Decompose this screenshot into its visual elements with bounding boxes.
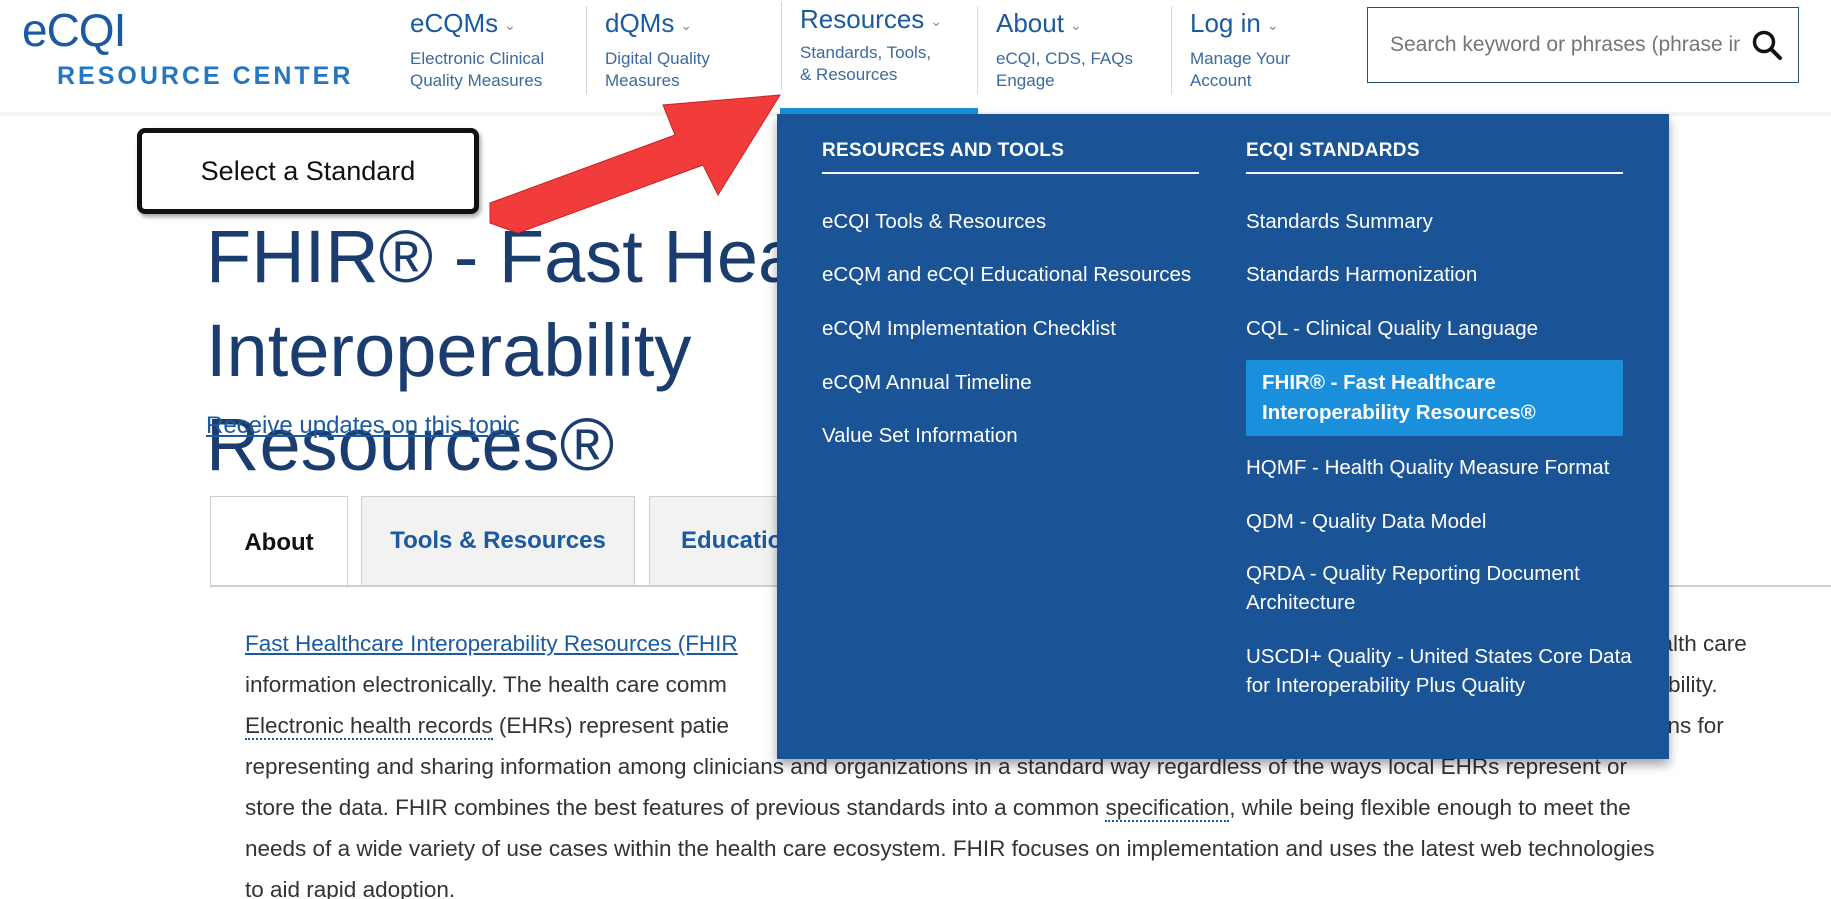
chevron-down-icon: ⌄	[680, 17, 693, 34]
menu-item-value-set-information[interactable]: Value Set Information	[822, 424, 1199, 448]
search-box	[1367, 7, 1799, 83]
menu-item-fhir-selected[interactable]: FHIR® - Fast Healthcare Interoperability…	[1246, 360, 1623, 436]
annotation-callout: Select a Standard	[137, 128, 479, 214]
page-root: eCQI RESOURCE CENTER eCQMs ⌄ Electronic C…	[0, 0, 1831, 899]
logo-subtitle: RESOURCE CENTER	[57, 62, 354, 90]
site-header: eCQI RESOURCE CENTER eCQMs ⌄ Electronic C…	[0, 0, 1831, 112]
nav-login-label: Log in	[1190, 8, 1261, 38]
annotation-arrow-icon	[489, 94, 781, 234]
dropdown-heading-ecqi-standards: ECQI STANDARDS	[1246, 140, 1623, 174]
menu-item-hqmf[interactable]: HQMF - Health Quality Measure Format	[1246, 456, 1636, 480]
dropdown-column-ecqi-standards: ECQI STANDARDS Standards Summary Standar…	[1246, 140, 1636, 700]
logo-wordmark: eCQI	[22, 4, 126, 56]
body-line2: information electronically. The health c…	[245, 672, 727, 697]
body-line5b: , while being flexible enough to meet th…	[1229, 795, 1631, 820]
menu-item-qdm[interactable]: QDM - Quality Data Model	[1246, 510, 1636, 534]
site-logo[interactable]: eCQI RESOURCE CENTER	[22, 4, 353, 91]
specification-glossary-link[interactable]: specification	[1105, 795, 1230, 822]
nav-login-sub2: Account	[1190, 71, 1252, 91]
search-icon[interactable]	[1750, 28, 1784, 62]
menu-item-standards-harmonization[interactable]: Standards Harmonization	[1246, 263, 1636, 287]
menu-item-ecqi-tools[interactable]: eCQI Tools & Resources	[822, 210, 1199, 234]
receive-updates-link[interactable]: Receive updates on this topic	[206, 412, 520, 440]
nav-login[interactable]: Log in ⌄ Manage Your Account	[1171, 6, 1290, 94]
menu-item-qrda[interactable]: QRDA - Quality Reporting Document Archit…	[1246, 559, 1636, 617]
nav-ecqms[interactable]: eCQMs ⌄ Electronic Clinical Quality Measur…	[392, 6, 544, 94]
fhir-link[interactable]: Fast Healthcare Interoperability Resourc…	[245, 631, 738, 656]
body-line7: to aid rapid adoption.	[245, 877, 456, 899]
nav-dqms[interactable]: dQMs ⌄ Digital Quality Measures	[586, 6, 710, 94]
nav-about-label: About	[996, 8, 1064, 38]
menu-item-uscdi-quality[interactable]: USCDI+ Quality - United States Core Data…	[1246, 642, 1636, 700]
search-input[interactable]	[1390, 30, 1740, 60]
nav-ecqms-label: eCQMs	[410, 8, 499, 38]
chevron-down-icon: ⌄	[1266, 17, 1279, 34]
chevron-down-icon: ⌄	[930, 13, 943, 30]
nav-about-sub1: eCQI, CDS, FAQs	[996, 49, 1133, 69]
nav-about-sub2: Engage	[996, 71, 1055, 91]
body-line6: needs of a wide variety of use cases wit…	[245, 836, 1655, 861]
nav-resources-label: Resources	[800, 4, 925, 34]
chevron-down-icon: ⌄	[1069, 17, 1082, 34]
nav-resources-sub2: & Resources	[800, 65, 898, 85]
nav-dqms-label: dQMs	[605, 8, 675, 38]
menu-item-implementation-checklist[interactable]: eCQM Implementation Checklist	[822, 317, 1199, 341]
resources-dropdown-menu: RESOURCES AND TOOLS eCQI Tools & Resourc…	[777, 114, 1669, 759]
tab-tools-resources[interactable]: Tools & Resources	[361, 496, 635, 586]
nav-resources-sub1: Standards, Tools,	[800, 43, 932, 63]
menu-item-educational-resources[interactable]: eCQM and eCQI Educational Resources	[822, 263, 1199, 287]
menu-item-annual-timeline[interactable]: eCQM Annual Timeline	[822, 371, 1199, 395]
body-line3: (EHRs) represent patie	[492, 713, 729, 738]
ehr-glossary-link[interactable]: Electronic health records	[245, 713, 493, 740]
annotation-callout-text: Select a Standard	[200, 155, 416, 186]
body-line5a: store the data. FHIR combines the best f…	[245, 795, 1106, 820]
dropdown-column-resources-tools: RESOURCES AND TOOLS eCQI Tools & Resourc…	[822, 140, 1199, 448]
chevron-down-icon: ⌄	[504, 17, 516, 34]
nav-dqms-sub1: Digital Quality	[605, 49, 710, 69]
nav-ecqms-sub1: Electronic Clinical	[410, 49, 545, 69]
tab-about[interactable]: About	[210, 496, 348, 588]
nav-resources[interactable]: Resources ⌄ Standards, Tools, & Resources	[781, 2, 942, 90]
nav-login-sub1: Manage Your	[1190, 49, 1291, 69]
menu-item-standards-summary[interactable]: Standards Summary	[1246, 210, 1636, 234]
menu-item-cql[interactable]: CQL - Clinical Quality Language	[1246, 317, 1636, 341]
dropdown-heading-resources-tools: RESOURCES AND TOOLS	[822, 140, 1199, 174]
nav-about[interactable]: About ⌄ eCQI, CDS, FAQs Engage	[977, 6, 1133, 94]
